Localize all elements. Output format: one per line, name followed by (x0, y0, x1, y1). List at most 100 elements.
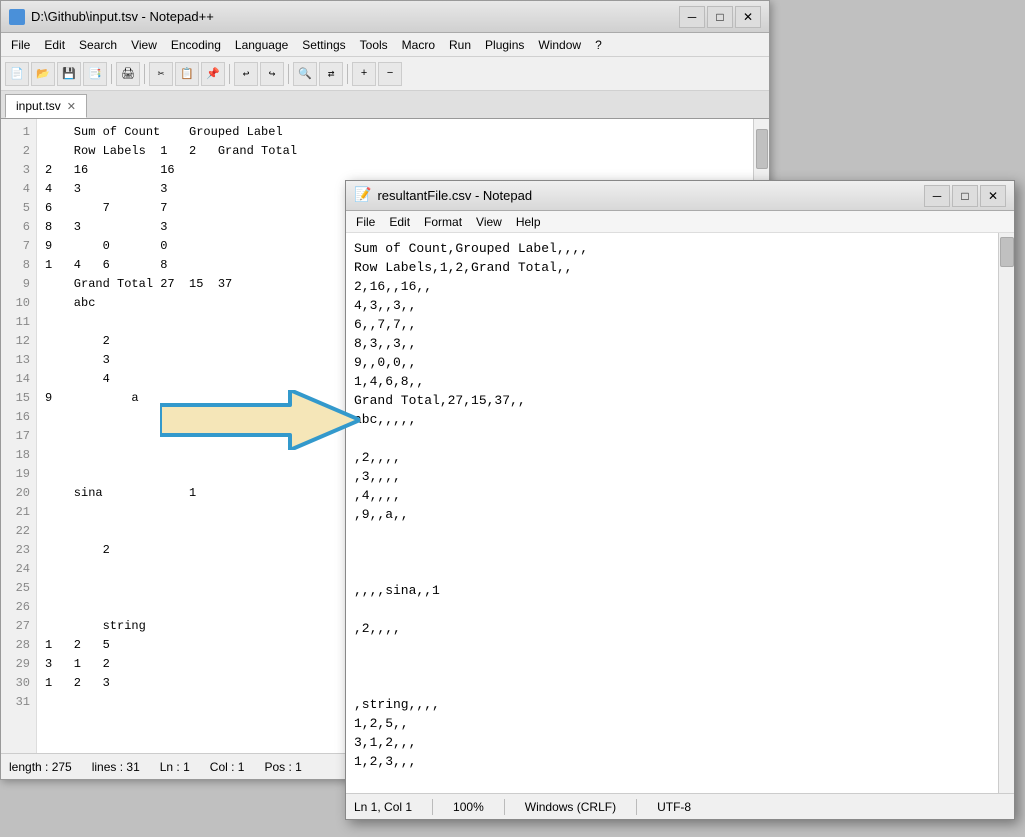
tab-close-icon[interactable]: ✕ (67, 100, 76, 113)
np-statusbar: Ln 1, Col 1 100% Windows (CRLF) UTF-8 (346, 793, 1014, 819)
line-number: 1 (7, 123, 30, 142)
np-menu-format[interactable]: Format (418, 213, 468, 231)
toolbar-saveall[interactable]: 📑 (83, 62, 107, 86)
menu-tools[interactable]: Tools (354, 36, 394, 54)
np-editor-line: 3,1,2,,, (354, 733, 1006, 752)
status-lines: lines : 31 (92, 760, 140, 774)
npp-tabbar: input.tsv ✕ (1, 91, 769, 119)
line-number: 30 (7, 674, 30, 693)
np-status-div1 (432, 799, 433, 815)
line-number: 22 (7, 522, 30, 541)
toolbar-cut[interactable]: ✂ (149, 62, 173, 86)
toolbar-new[interactable]: 📄 (5, 62, 29, 86)
menu-language[interactable]: Language (229, 36, 294, 54)
np-editor-line: ,2,,,, (354, 448, 1006, 467)
np-editor-line: Grand Total,27,15,37,, (354, 391, 1006, 410)
toolbar-zoom-out[interactable]: − (378, 62, 402, 86)
minimize-button[interactable]: ─ (679, 6, 705, 28)
line-number: 18 (7, 446, 30, 465)
np-maximize-button[interactable]: □ (952, 185, 978, 207)
toolbar-separator-2 (144, 64, 145, 84)
toolbar-save[interactable]: 💾 (57, 62, 81, 86)
np-editor-line: ,9,,a,, (354, 505, 1006, 524)
np-editor-line (354, 657, 1006, 676)
menu-help[interactable]: ? (589, 36, 608, 54)
toolbar-find[interactable]: 🔍 (293, 62, 317, 86)
npp-line-numbers: 1234567891011121314151617181920212223242… (1, 119, 37, 753)
line-number: 16 (7, 408, 30, 427)
np-editor-line (354, 524, 1006, 543)
np-menu-help[interactable]: Help (510, 213, 547, 231)
menu-macro[interactable]: Macro (396, 36, 441, 54)
toolbar-redo[interactable]: ↪ (260, 62, 284, 86)
arrow-icon (160, 390, 360, 450)
menu-search[interactable]: Search (73, 36, 123, 54)
menu-edit[interactable]: Edit (38, 36, 71, 54)
np-status-lineending: Windows (CRLF) (525, 800, 616, 814)
np-editor-line: ,3,,,, (354, 467, 1006, 486)
np-title: resultantFile.csv - Notepad (377, 188, 924, 203)
line-number: 15 (7, 389, 30, 408)
npp-window-controls: ─ □ ✕ (679, 6, 761, 28)
toolbar-separator-4 (288, 64, 289, 84)
npp-scrollbar-thumb[interactable] (756, 129, 768, 169)
editor-line: 2 16 16 (45, 161, 745, 180)
menu-plugins[interactable]: Plugins (479, 36, 530, 54)
np-editor-line: 1,2,5,, (354, 714, 1006, 733)
np-menu-edit[interactable]: Edit (383, 213, 416, 231)
menu-window[interactable]: Window (532, 36, 587, 54)
toolbar-paste[interactable]: 📌 (201, 62, 225, 86)
np-minimize-button[interactable]: ─ (924, 185, 950, 207)
line-number: 21 (7, 503, 30, 522)
toolbar-replace[interactable]: ⇄ (319, 62, 343, 86)
np-editor-line: abc,,,,, (354, 410, 1006, 429)
toolbar-zoom-in[interactable]: + (352, 62, 376, 86)
np-menu-view[interactable]: View (470, 213, 508, 231)
close-button[interactable]: ✕ (735, 6, 761, 28)
toolbar-separator-5 (347, 64, 348, 84)
np-scrollbar[interactable] (998, 233, 1014, 793)
np-status-div3 (636, 799, 637, 815)
np-scrollbar-thumb[interactable] (1000, 237, 1014, 267)
line-number: 14 (7, 370, 30, 389)
np-editor-line: 1,2,3,,, (354, 752, 1006, 771)
toolbar-copy[interactable]: 📋 (175, 62, 199, 86)
np-editor-line (354, 600, 1006, 619)
line-number: 19 (7, 465, 30, 484)
npp-icon (9, 9, 25, 25)
status-col: Col : 1 (210, 760, 245, 774)
menu-settings[interactable]: Settings (296, 36, 351, 54)
line-number: 9 (7, 275, 30, 294)
status-length: length : 275 (9, 760, 72, 774)
line-number: 10 (7, 294, 30, 313)
np-menubar: File Edit Format View Help (346, 211, 1014, 233)
np-icon: 📝 (354, 187, 371, 204)
line-number: 20 (7, 484, 30, 503)
tab-input-tsv[interactable]: input.tsv ✕ (5, 94, 87, 118)
menu-run[interactable]: Run (443, 36, 477, 54)
npp-toolbar: 📄 📂 💾 📑 🖨 ✂ 📋 📌 ↩ ↪ 🔍 ⇄ + − (1, 57, 769, 91)
toolbar-print[interactable]: 🖨 (116, 62, 140, 86)
np-close-button[interactable]: ✕ (980, 185, 1006, 207)
npp-title: D:\Github\input.tsv - Notepad++ (31, 9, 679, 24)
toolbar-undo[interactable]: ↩ (234, 62, 258, 86)
arrow-container (160, 390, 360, 450)
line-number: 12 (7, 332, 30, 351)
tab-label: input.tsv (16, 99, 61, 113)
np-editor-content[interactable]: Sum of Count,Grouped Label,,,,Row Labels… (346, 233, 1014, 793)
menu-encoding[interactable]: Encoding (165, 36, 227, 54)
menu-file[interactable]: File (5, 36, 36, 54)
line-number: 23 (7, 541, 30, 560)
menu-view[interactable]: View (125, 36, 163, 54)
toolbar-open[interactable]: 📂 (31, 62, 55, 86)
np-editor-line: 6,,7,7,, (354, 315, 1006, 334)
line-number: 28 (7, 636, 30, 655)
line-number: 13 (7, 351, 30, 370)
notepad-window: 📝 resultantFile.csv - Notepad ─ □ ✕ File… (345, 180, 1015, 820)
maximize-button[interactable]: □ (707, 6, 733, 28)
editor-line: Row Labels 1 2 Grand Total (45, 142, 745, 161)
line-number: 31 (7, 693, 30, 712)
np-window-controls: ─ □ ✕ (924, 185, 1006, 207)
line-number: 26 (7, 598, 30, 617)
np-menu-file[interactable]: File (350, 213, 381, 231)
